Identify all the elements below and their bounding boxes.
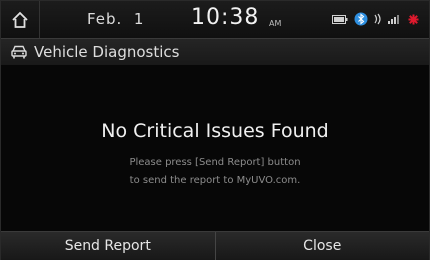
send-report-button[interactable]: Send Report: [1, 232, 215, 260]
result-headline: No Critical Issues Found: [101, 120, 329, 142]
bluetooth-icon: [354, 12, 368, 26]
battery-icon: [332, 14, 348, 24]
instruction-line-2: to send the report to MyUVO.com.: [129, 175, 301, 186]
close-button[interactable]: Close: [214, 232, 429, 260]
action-buttons: Send Report Close: [1, 231, 429, 260]
screen: Feb. 1 10:38 AM Vehicle Diagnostics No C…: [0, 0, 430, 260]
diagnostics-content: No Critical Issues Found Please press [S…: [1, 65, 429, 231]
status-bar: Feb. 1 10:38 AM: [1, 1, 429, 38]
instruction-message: Please press [Send Report] button to sen…: [1, 154, 429, 190]
signal-icon: [388, 15, 399, 24]
clock-time: 10:38: [191, 5, 260, 30]
instruction-line-1: Please press [Send Report] button: [129, 157, 301, 168]
date-display: Feb. 1: [87, 10, 145, 28]
clock-ampm: AM: [269, 19, 282, 28]
vehicle-icon: [11, 45, 27, 59]
phone-connection-icon: [374, 13, 381, 25]
alert-star-icon: [408, 14, 419, 24]
page-title: Vehicle Diagnostics: [34, 43, 180, 61]
home-button[interactable]: [1, 1, 40, 38]
status-icons: [332, 12, 419, 26]
home-icon: [12, 11, 28, 28]
page-title-bar: Vehicle Diagnostics: [1, 38, 429, 66]
